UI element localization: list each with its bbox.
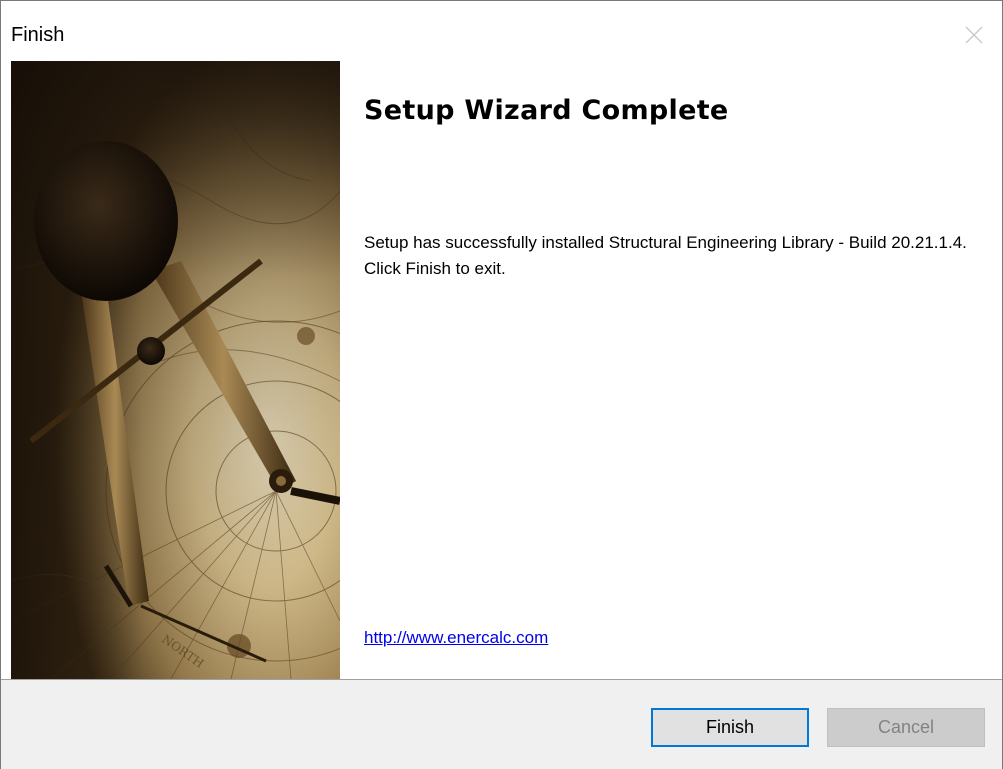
close-icon — [965, 26, 983, 44]
wizard-banner-image: NORTH — [11, 61, 340, 679]
setup-wizard-window: Finish NORTH Setup Wizard Complete Setup… — [0, 0, 1003, 769]
cancel-button[interactable]: Cancel — [827, 708, 985, 747]
compass-map-banner: NORTH — [11, 61, 340, 679]
page-title: Setup Wizard Complete — [364, 95, 729, 126]
completion-message: Setup has successfully installed Structu… — [364, 233, 967, 278]
finish-button[interactable]: Finish — [651, 708, 809, 747]
window-title: Finish — [11, 24, 65, 46]
button-bar: Finish Cancel — [1, 679, 1002, 769]
close-button[interactable] — [954, 15, 994, 55]
title-bar: Finish — [1, 1, 1002, 61]
website-link[interactable]: http://www.enercalc.com — [364, 628, 548, 648]
